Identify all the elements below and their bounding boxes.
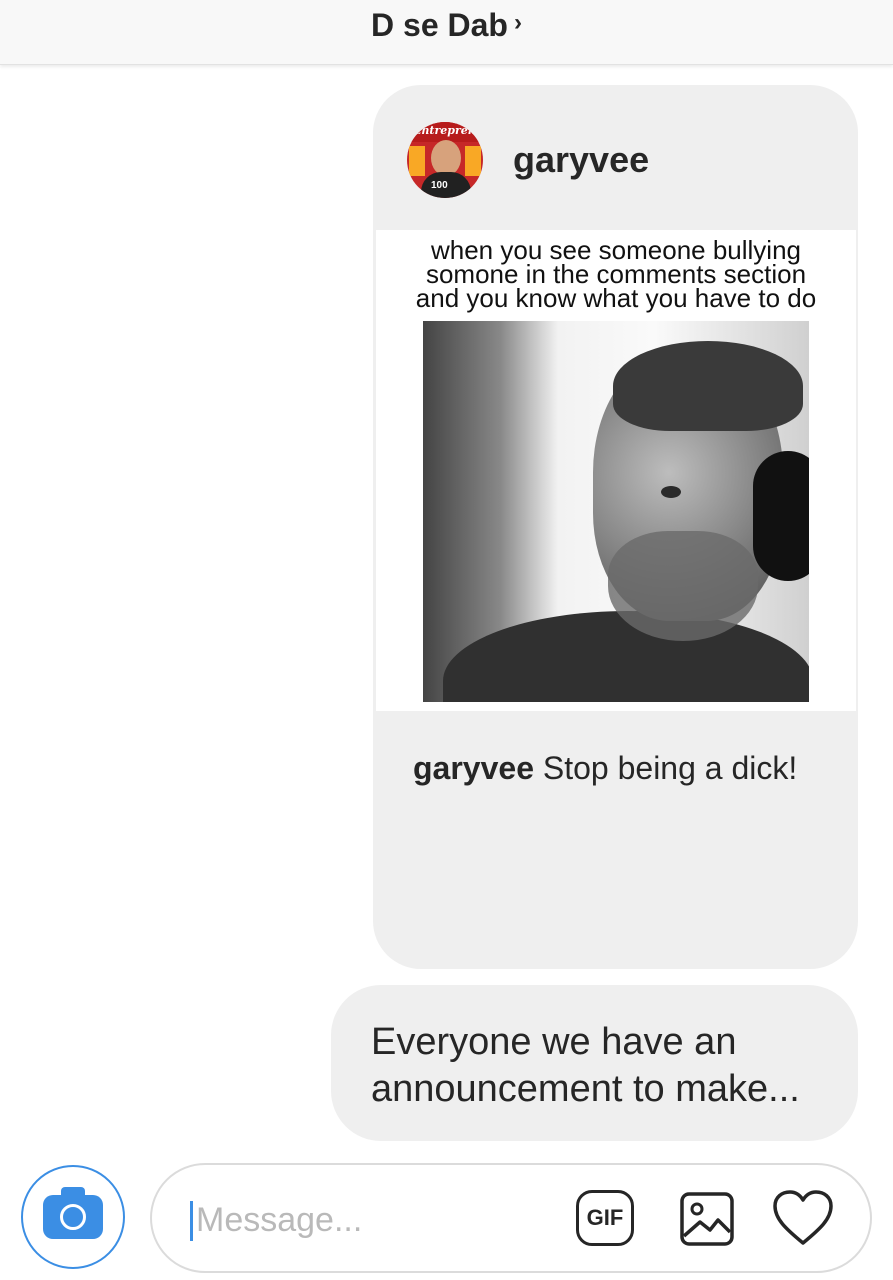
meme-caption-line: and you know what you have to do [415,283,817,313]
post-username[interactable]: garyvee [513,139,649,181]
post-caption: garyvee Stop being a dick! [413,750,797,787]
avatar-face [431,140,461,176]
chat-header: D se Dab › [0,0,893,65]
photo-eye [661,486,681,498]
avatar-magazine-name: Entrepreneur [413,124,483,137]
caption-username: garyvee [413,750,534,786]
message-input[interactable] [194,1193,538,1247]
text-caret [190,1201,193,1241]
avatar-cover-text [465,146,481,176]
message-composer: GIF [150,1163,872,1273]
photo-headphone [753,451,809,581]
camera-button[interactable] [21,1165,125,1269]
message-bubble[interactable]: Everyone we have an announcement to make… [331,985,858,1141]
heart-icon[interactable] [772,1189,834,1247]
message-text: Everyone we have an announcement to make… [371,1021,800,1110]
photo-hair [613,341,803,431]
meme-photo [423,321,809,702]
caption-text: Stop being a dick! [533,750,798,786]
shared-post-bubble[interactable]: Entrepreneur 100 garyvee when you see so… [373,85,858,969]
gif-icon: GIF [586,1205,624,1230]
avatar[interactable]: Entrepreneur 100 [407,122,483,198]
gif-button[interactable]: GIF [576,1190,634,1246]
camera-lens [60,1204,86,1230]
chevron-right-icon: › [513,9,522,36]
avatar-cover-number: 100 [431,180,448,191]
image-icon[interactable] [680,1192,734,1246]
post-image[interactable]: when you see someone bullying somone in … [376,230,856,711]
chat-title: D se Dab [371,6,508,43]
direct-message-screen: D se Dab › Entrepreneur 100 garyvee when… [0,0,893,1280]
camera-icon [43,1187,103,1239]
photo-beard [608,531,758,641]
meme-caption: when you see someone bullying somone in … [376,237,856,313]
chat-title-button[interactable]: D se Dab › [371,7,522,44]
shared-post-header[interactable]: Entrepreneur 100 garyvee [407,122,649,198]
avatar-cover-text [409,146,425,176]
